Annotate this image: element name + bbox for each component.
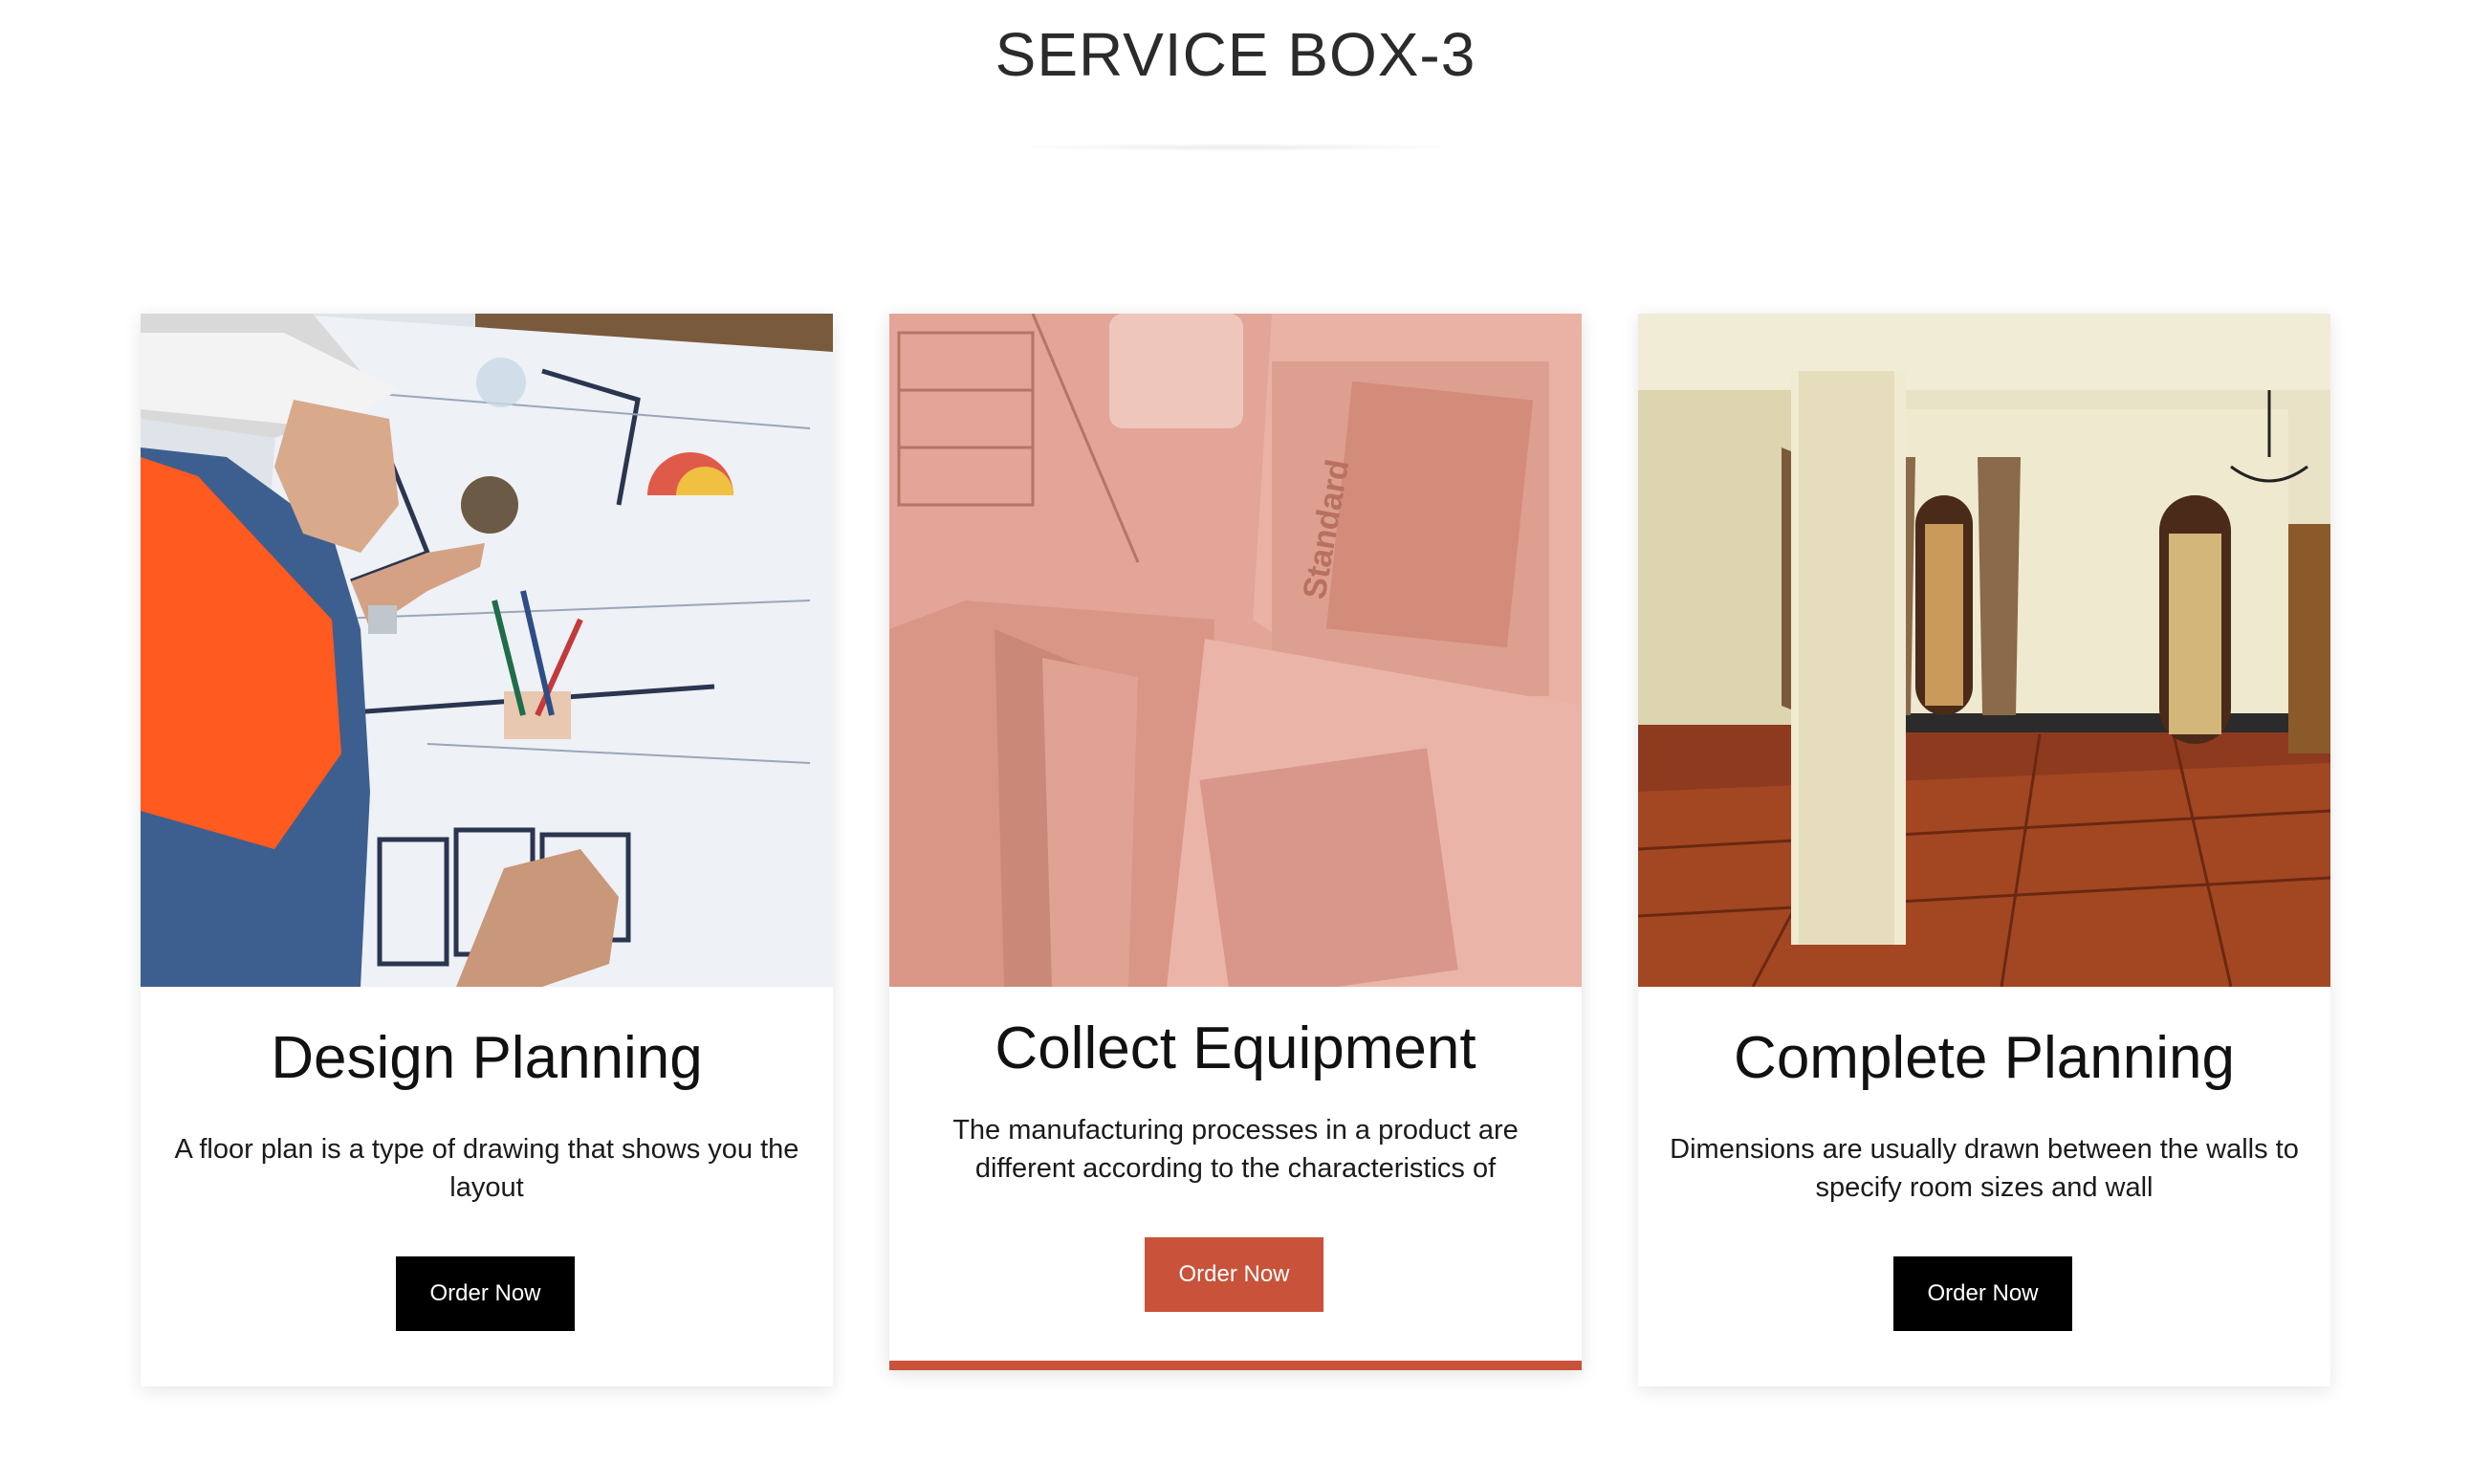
order-now-button[interactable]: Order Now [1893,1256,2072,1331]
card-description: A floor plan is a type of drawing that s… [174,1134,799,1203]
complete-planning-image [1638,314,2330,987]
service-card-complete-planning: Complete Planning Dimensions are usually… [1638,314,2330,1386]
design-planning-image [141,314,833,987]
card-description: The manufacturing processes in a product… [952,1115,1519,1184]
collect-equipment-image: Standard [889,314,1582,987]
service-card-collect-equipment: Standard Collect Equipment The manufactu… [889,314,1582,1370]
section-title: SERVICE BOX-3 [995,20,1476,89]
card-description: Dimensions are usually drawn between the… [1670,1134,2299,1203]
card-title: Collect Equipment [995,1015,1476,1081]
service-section: SERVICE BOX-3 Design Planning A floor pl… [0,0,2471,1484]
card-title: Complete Planning [1734,1025,2235,1091]
order-now-button[interactable]: Order Now [1145,1237,1323,1312]
service-card-design-planning: Design Planning A floor plan is a type o… [141,314,833,1386]
title-divider [1020,143,1451,151]
order-now-button[interactable]: Order Now [396,1256,575,1331]
card-title: Design Planning [271,1025,703,1091]
active-card-accent-bar [889,1361,1582,1370]
